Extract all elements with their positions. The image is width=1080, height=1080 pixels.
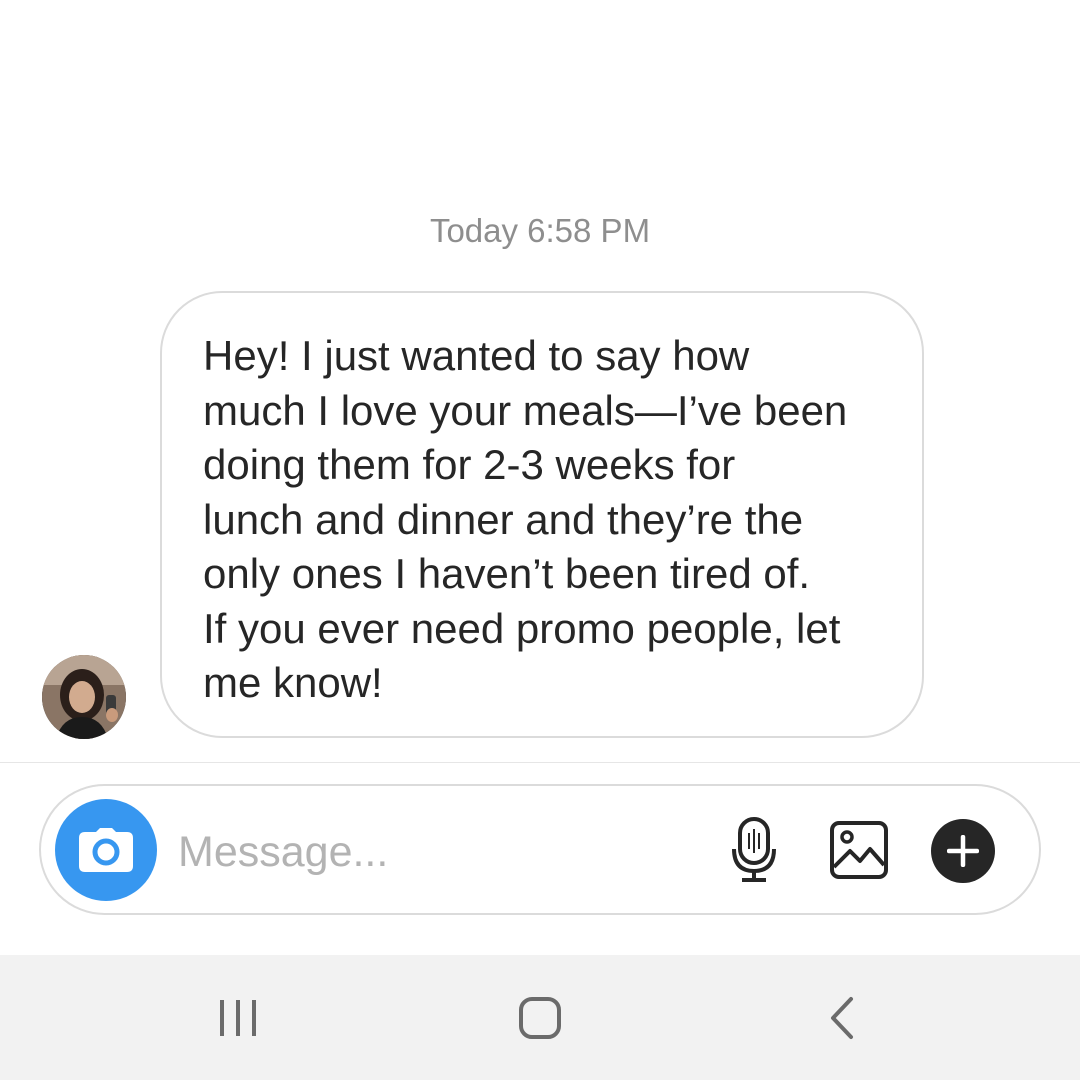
message-text: Hey! I just wanted to say how much I lov…	[203, 332, 848, 706]
camera-button[interactable]	[55, 799, 157, 901]
voice-message-button[interactable]	[721, 816, 787, 884]
home-button[interactable]	[500, 990, 580, 1046]
recent-apps-button[interactable]	[198, 990, 278, 1046]
recent-apps-icon	[220, 1000, 256, 1036]
gallery-button[interactable]	[826, 816, 892, 884]
camera-icon	[79, 828, 133, 872]
microphone-icon	[732, 817, 776, 882]
message-timestamp: Today 6:58 PM	[429, 212, 651, 249]
plus-icon	[947, 835, 979, 867]
sender-avatar[interactable]	[42, 655, 126, 739]
back-button[interactable]	[802, 990, 882, 1046]
message-input[interactable]	[178, 824, 698, 880]
incoming-message-bubble[interactable]: Hey! I just wanted to say how much I lov…	[160, 291, 924, 738]
avatar-photo-icon	[42, 655, 126, 739]
home-icon	[519, 997, 561, 1039]
system-navigation-bar	[0, 955, 1080, 1080]
more-options-button[interactable]	[931, 819, 995, 883]
message-composer	[39, 784, 1041, 915]
image-gallery-icon	[830, 821, 888, 879]
composer-divider	[0, 762, 1080, 763]
back-icon	[831, 997, 853, 1039]
